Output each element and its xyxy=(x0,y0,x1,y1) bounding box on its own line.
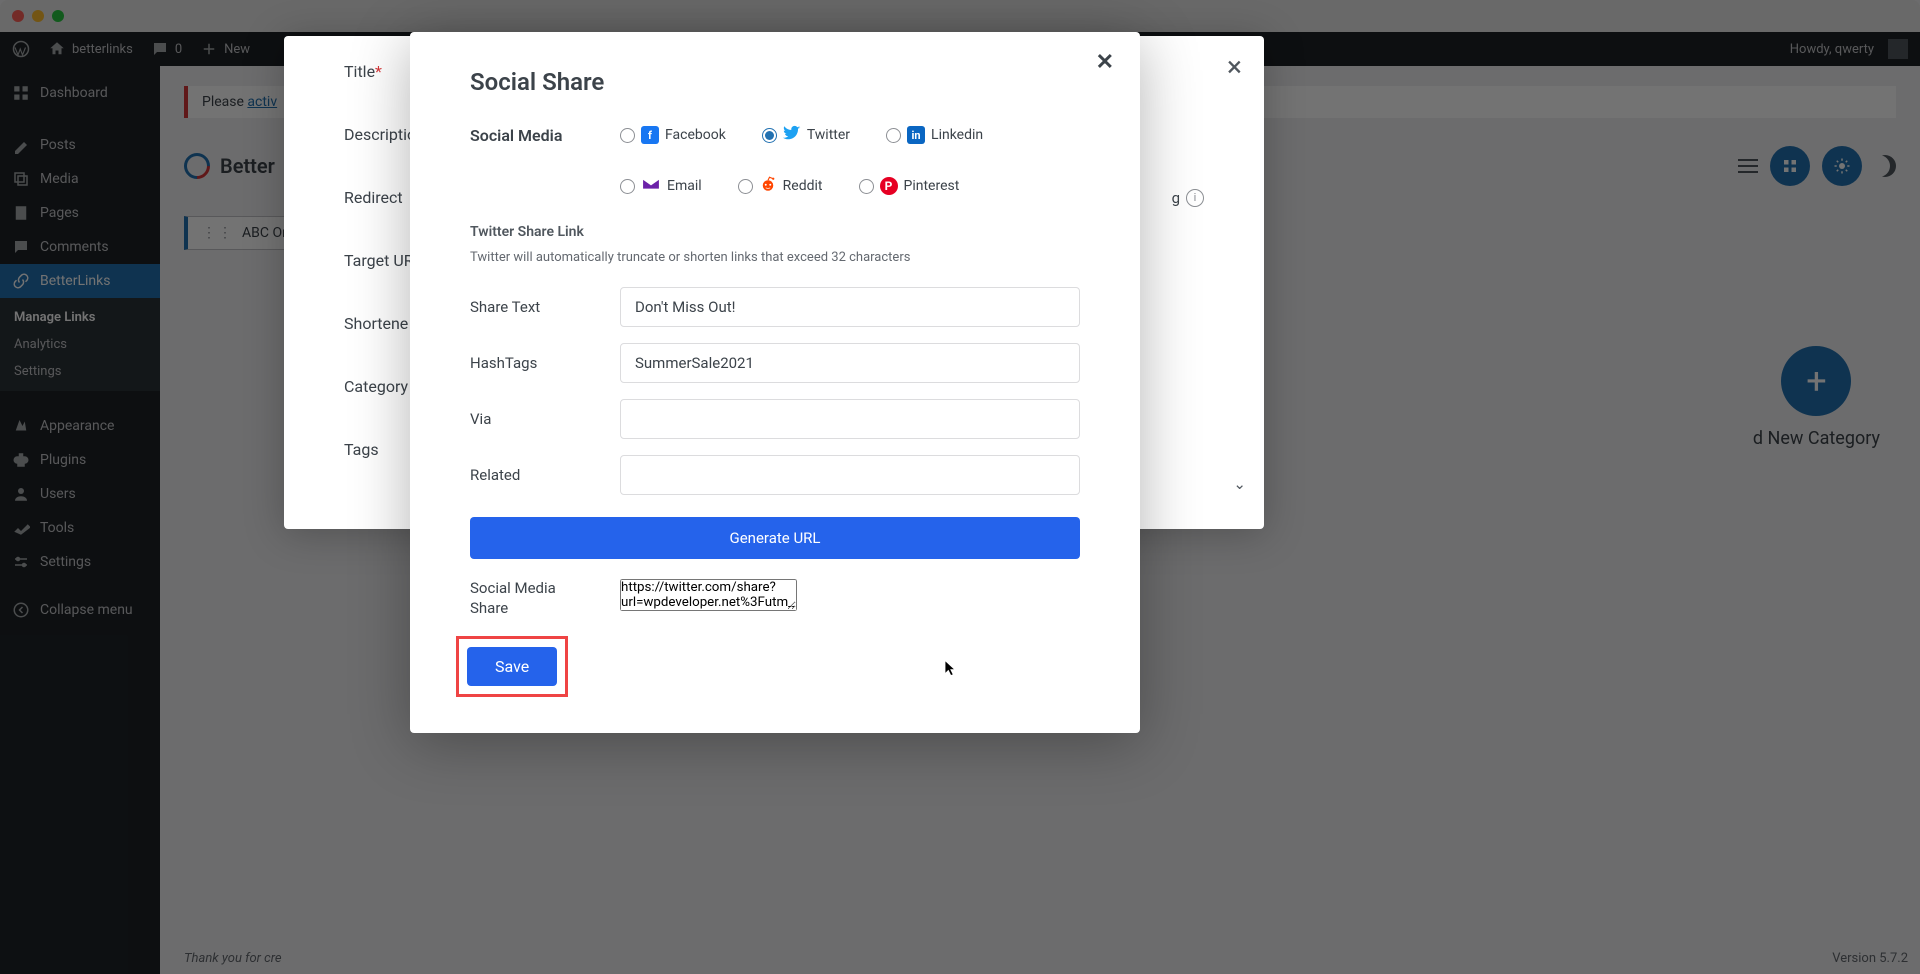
chevron-down-icon[interactable]: ⌄ xyxy=(1233,475,1246,493)
option-label: Email xyxy=(667,178,702,194)
radio-icon xyxy=(762,128,777,143)
option-label: Linkedin xyxy=(931,127,983,143)
via-label: Via xyxy=(470,410,590,428)
save-button[interactable]: Save xyxy=(467,647,557,686)
option-twitter[interactable]: Twitter xyxy=(762,124,850,146)
option-pinterest[interactable]: P Pinterest xyxy=(859,174,960,198)
hashtags-input[interactable] xyxy=(620,343,1080,383)
via-input[interactable] xyxy=(620,399,1080,439)
radio-icon xyxy=(620,128,635,143)
option-linkedin[interactable]: in Linkedin xyxy=(886,124,983,146)
save-highlight: Save xyxy=(456,636,568,697)
twitter-subdesc: Twitter will automatically truncate or s… xyxy=(470,250,1080,265)
related-input[interactable] xyxy=(620,455,1080,495)
facebook-icon: f xyxy=(641,126,659,144)
radio-icon xyxy=(620,179,635,194)
reddit-icon xyxy=(759,175,777,197)
radio-icon xyxy=(886,128,901,143)
hashtags-label: HashTags xyxy=(470,354,590,372)
sharetext-input[interactable] xyxy=(620,287,1080,327)
pinterest-icon: P xyxy=(880,177,898,195)
radio-icon xyxy=(859,179,874,194)
tracking-label: gi xyxy=(1172,189,1204,207)
smshare-label: Social Media Share xyxy=(470,579,590,618)
option-label: Facebook xyxy=(665,127,726,143)
info-icon[interactable]: i xyxy=(1186,189,1204,207)
email-icon xyxy=(641,174,661,198)
option-reddit[interactable]: Reddit xyxy=(738,174,823,198)
modal-title: Social Share xyxy=(470,68,1080,96)
generate-url-button[interactable]: Generate URL xyxy=(470,517,1080,559)
cursor-icon xyxy=(940,658,960,683)
twitter-subheading: Twitter Share Link xyxy=(470,224,1080,240)
social-media-label: Social Media xyxy=(470,124,570,145)
option-label: Reddit xyxy=(783,178,823,194)
close-icon[interactable]: ✕ xyxy=(1096,50,1114,75)
social-media-options: f Facebook Twitter in Linkedin Email Reddi… xyxy=(620,124,1080,198)
option-label: Pinterest xyxy=(904,178,960,194)
sharetext-label: Share Text xyxy=(470,298,590,316)
option-label: Twitter xyxy=(807,127,850,143)
related-label: Related xyxy=(470,466,590,484)
linkedin-icon: in xyxy=(907,126,925,144)
close-icon[interactable]: × xyxy=(1227,50,1242,83)
smshare-textarea[interactable]: https://twitter.com/share?url=wpdevelope… xyxy=(620,579,797,611)
twitter-icon xyxy=(783,124,801,146)
option-facebook[interactable]: f Facebook xyxy=(620,124,726,146)
option-email[interactable]: Email xyxy=(620,174,702,198)
social-share-modal: ✕ Social Share Social Media f Facebook Tw… xyxy=(410,32,1140,733)
radio-icon xyxy=(738,179,753,194)
